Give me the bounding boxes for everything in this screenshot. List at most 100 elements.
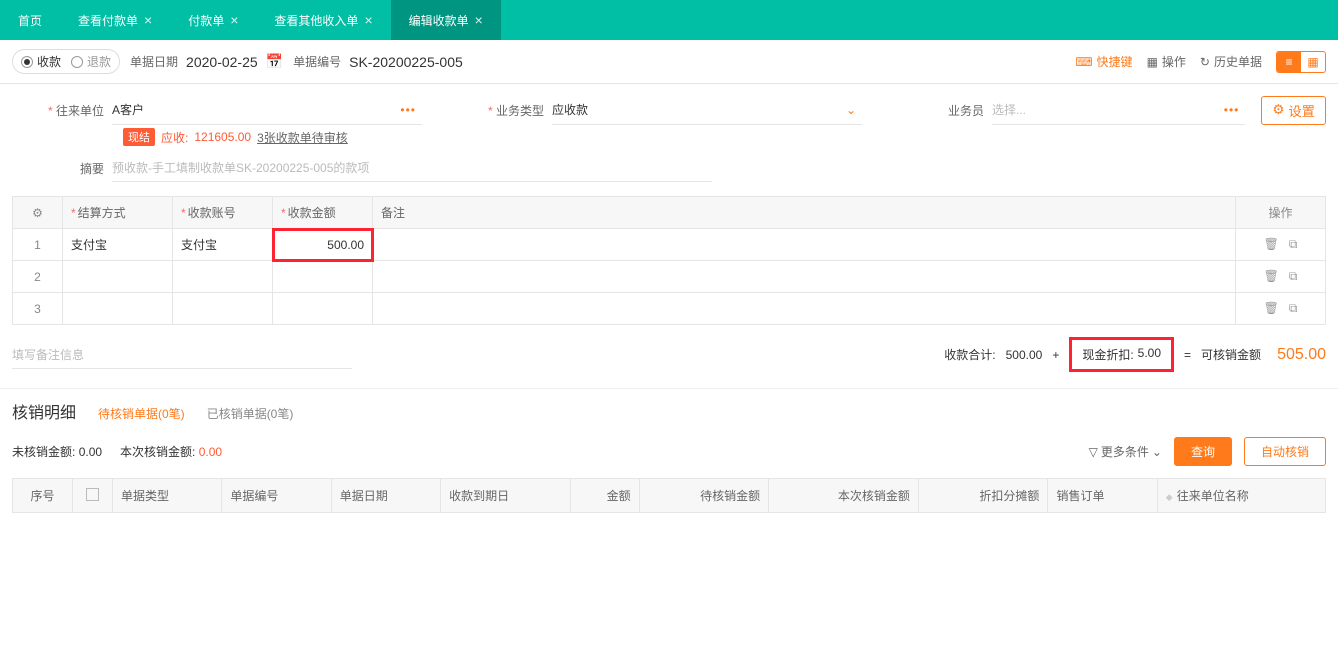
operate-link[interactable]: ▦操作: [1147, 53, 1186, 70]
copy-icon[interactable]: ⧉: [1289, 301, 1298, 316]
detail-grid: 序号 单据类型 单据编号 单据日期 收款到期日 金额 待核销金额 本次核销金额 …: [12, 478, 1326, 513]
shortcut-link[interactable]: ⌨快捷键: [1075, 53, 1132, 70]
doc-type-switch: 收款 退款: [12, 49, 120, 74]
verifiable-label: 可核销金额: [1201, 346, 1261, 363]
chevron-down-icon: ⌄: [846, 103, 856, 117]
discount-box: 现金折扣: 5.00: [1069, 337, 1174, 372]
cell-account[interactable]: 支付宝: [173, 229, 273, 261]
salesman-label: 业务员: [892, 102, 992, 119]
doc-type-refund[interactable]: 退款: [71, 53, 111, 70]
view-list-icon[interactable]: ≡: [1277, 52, 1301, 72]
close-icon[interactable]: ×: [364, 12, 372, 28]
table-row[interactable]: 2 🗑⧉: [13, 261, 1326, 293]
this-verify-value: 0.00: [199, 445, 222, 459]
customer-select[interactable]: A客户•••: [112, 95, 422, 125]
col-disc-share[interactable]: 折扣分摊额: [918, 479, 1048, 513]
delete-icon[interactable]: 🗑: [1264, 301, 1279, 316]
table-row[interactable]: 3 🗑⧉: [13, 293, 1326, 325]
unverified-value: 0.00: [79, 445, 102, 459]
close-icon[interactable]: ×: [144, 12, 152, 28]
doc-date-value[interactable]: 2020-02-25: [186, 54, 258, 70]
discount-label: 现金折扣:: [1082, 346, 1133, 363]
more-icon[interactable]: •••: [400, 103, 416, 117]
tab-home[interactable]: 首页: [0, 0, 60, 40]
copy-icon[interactable]: ⧉: [1289, 237, 1298, 252]
col-order[interactable]: 销售订单: [1048, 479, 1157, 513]
biz-type-label: 业务类型: [452, 102, 552, 119]
grid-icon: ▦: [1147, 55, 1158, 69]
view-switch: ≡ ▦: [1276, 51, 1326, 73]
doc-date-label: 单据日期: [130, 53, 178, 70]
col-doc-date[interactable]: 单据日期: [331, 479, 440, 513]
tab-view-other[interactable]: 查看其他收入单×: [256, 0, 390, 40]
detail-title: 核销明细: [12, 399, 76, 423]
sort-icon[interactable]: ◆: [1166, 492, 1173, 502]
col-check: [73, 479, 113, 513]
history-link[interactable]: ↻历史单据: [1200, 53, 1262, 70]
subtab-done[interactable]: 已核销单据(0笔): [207, 405, 294, 422]
cash-settle-badge: 现结: [123, 128, 155, 146]
doc-no-label: 单据编号: [293, 53, 341, 70]
settings-button[interactable]: ⚙设置: [1261, 96, 1326, 125]
biz-type-select[interactable]: 应收款⌄: [552, 95, 862, 125]
col-amount[interactable]: 金额: [570, 479, 639, 513]
doc-type-receipt[interactable]: 收款: [21, 53, 61, 70]
cell-amount[interactable]: 500.00: [273, 229, 373, 261]
detail-grid-body: [12, 513, 1326, 633]
col-type[interactable]: 单据类型: [113, 479, 222, 513]
cell-settle[interactable]: 支付宝: [63, 229, 173, 261]
sum-value: 500.00: [1006, 348, 1043, 362]
col-party[interactable]: ◆往来单位名称: [1157, 479, 1325, 513]
salesman-select[interactable]: 选择...•••: [992, 95, 1245, 125]
col-pending-amt[interactable]: 待核销金额: [639, 479, 769, 513]
doc-toolbar: 收款 退款 单据日期 2020-02-25 📅 单据编号 SK-20200225…: [0, 40, 1338, 84]
close-icon[interactable]: ×: [475, 12, 483, 28]
sum-label: 收款合计:: [944, 346, 995, 363]
col-op: 操作: [1236, 197, 1326, 229]
col-this-amt[interactable]: 本次核销金额: [769, 479, 919, 513]
calendar-icon[interactable]: 📅: [266, 53, 283, 70]
tab-pay[interactable]: 付款单×: [170, 0, 256, 40]
col-remark: 备注: [373, 197, 1236, 229]
tab-view-pay[interactable]: 查看付款单×: [60, 0, 170, 40]
gear-icon: ⚙: [1272, 102, 1284, 118]
view-grid-icon[interactable]: ▦: [1301, 52, 1325, 72]
doc-no-value: SK-20200225-005: [349, 54, 463, 70]
col-amount: 收款金额: [273, 197, 373, 229]
more-icon[interactable]: •••: [1224, 103, 1240, 117]
this-verify-label: 本次核销金额:: [120, 445, 195, 459]
auto-verify-button[interactable]: 自动核销: [1244, 437, 1326, 466]
filter-icon: ▽: [1089, 445, 1098, 459]
close-icon[interactable]: ×: [230, 12, 238, 28]
copy-icon[interactable]: ⧉: [1289, 269, 1298, 284]
summary-input[interactable]: 预收款-手工填制收款单SK-20200225-005的款项: [112, 154, 712, 182]
keyboard-icon: ⌨: [1075, 55, 1092, 69]
filter-link[interactable]: ▽更多条件 ⌄: [1089, 443, 1162, 460]
remark-input[interactable]: 填写备注信息: [12, 341, 352, 369]
history-icon: ↻: [1200, 55, 1210, 69]
receivable-label: 应收:: [161, 129, 188, 146]
col-seq: 序号: [13, 479, 73, 513]
unverified-label: 未核销金额:: [12, 445, 75, 459]
gear-header[interactable]: ⚙: [13, 197, 63, 229]
receivable-value: 121605.00: [194, 130, 251, 144]
delete-icon[interactable]: 🗑: [1264, 237, 1279, 252]
payment-grid: ⚙ 结算方式 收款账号 收款金额 备注 操作 1 支付宝 支付宝 500.00 …: [12, 196, 1326, 325]
discount-value[interactable]: 5.00: [1138, 346, 1161, 363]
summary-label: 摘要: [12, 160, 112, 177]
delete-icon[interactable]: 🗑: [1264, 269, 1279, 284]
table-row[interactable]: 1 支付宝 支付宝 500.00 🗑⧉: [13, 229, 1326, 261]
col-due[interactable]: 收款到期日: [441, 479, 571, 513]
cell-remark[interactable]: [373, 229, 1236, 261]
customer-label: 往来单位: [12, 102, 112, 119]
verifiable-value: 505.00: [1277, 346, 1326, 364]
subtab-pending[interactable]: 待核销单据(0笔): [98, 405, 185, 422]
query-button[interactable]: 查询: [1174, 437, 1232, 466]
pending-audit-link[interactable]: 3张收款单待审核: [257, 129, 348, 146]
checkbox-all[interactable]: [86, 488, 99, 501]
col-doc-no[interactable]: 单据编号: [222, 479, 331, 513]
col-account: 收款账号: [173, 197, 273, 229]
col-settle: 结算方式: [63, 197, 173, 229]
top-tabs: 首页 查看付款单× 付款单× 查看其他收入单× 编辑收款单×: [0, 0, 1338, 40]
tab-edit-receipt[interactable]: 编辑收款单×: [391, 0, 501, 40]
